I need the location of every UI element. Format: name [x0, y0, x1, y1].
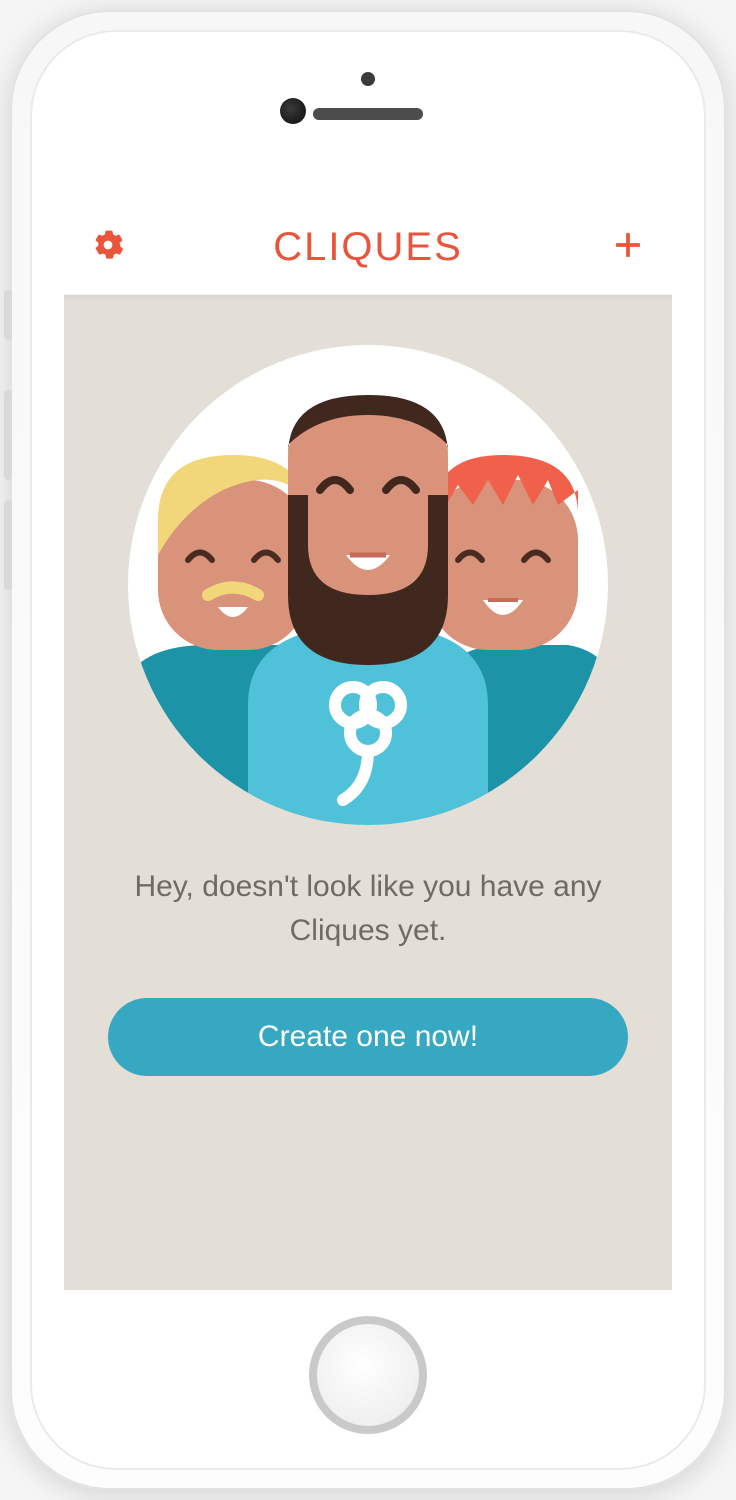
- phone-frame: CLIQUES: [10, 10, 726, 1490]
- front-camera: [361, 72, 375, 86]
- proximity-sensor: [280, 98, 306, 124]
- settings-button[interactable]: [90, 229, 126, 265]
- plus-icon: [613, 230, 643, 265]
- phone-bezel: CLIQUES: [30, 30, 706, 1470]
- volume-down-button: [4, 500, 12, 590]
- illustration-people: [128, 345, 608, 825]
- create-clique-button[interactable]: Create one now!: [108, 998, 628, 1076]
- empty-state-message: Hey, doesn't look like you have any Cliq…: [108, 865, 628, 952]
- volume-up-button: [4, 390, 12, 480]
- mute-switch: [4, 290, 12, 340]
- navbar: CLIQUES: [64, 200, 672, 295]
- earpiece-speaker: [313, 108, 423, 120]
- app-screen: CLIQUES: [64, 200, 672, 1290]
- home-button[interactable]: [309, 1316, 427, 1434]
- empty-state: Hey, doesn't look like you have any Cliq…: [64, 295, 672, 1290]
- gear-icon: [93, 230, 123, 265]
- add-button[interactable]: [610, 229, 646, 265]
- page-title: CLIQUES: [273, 225, 463, 270]
